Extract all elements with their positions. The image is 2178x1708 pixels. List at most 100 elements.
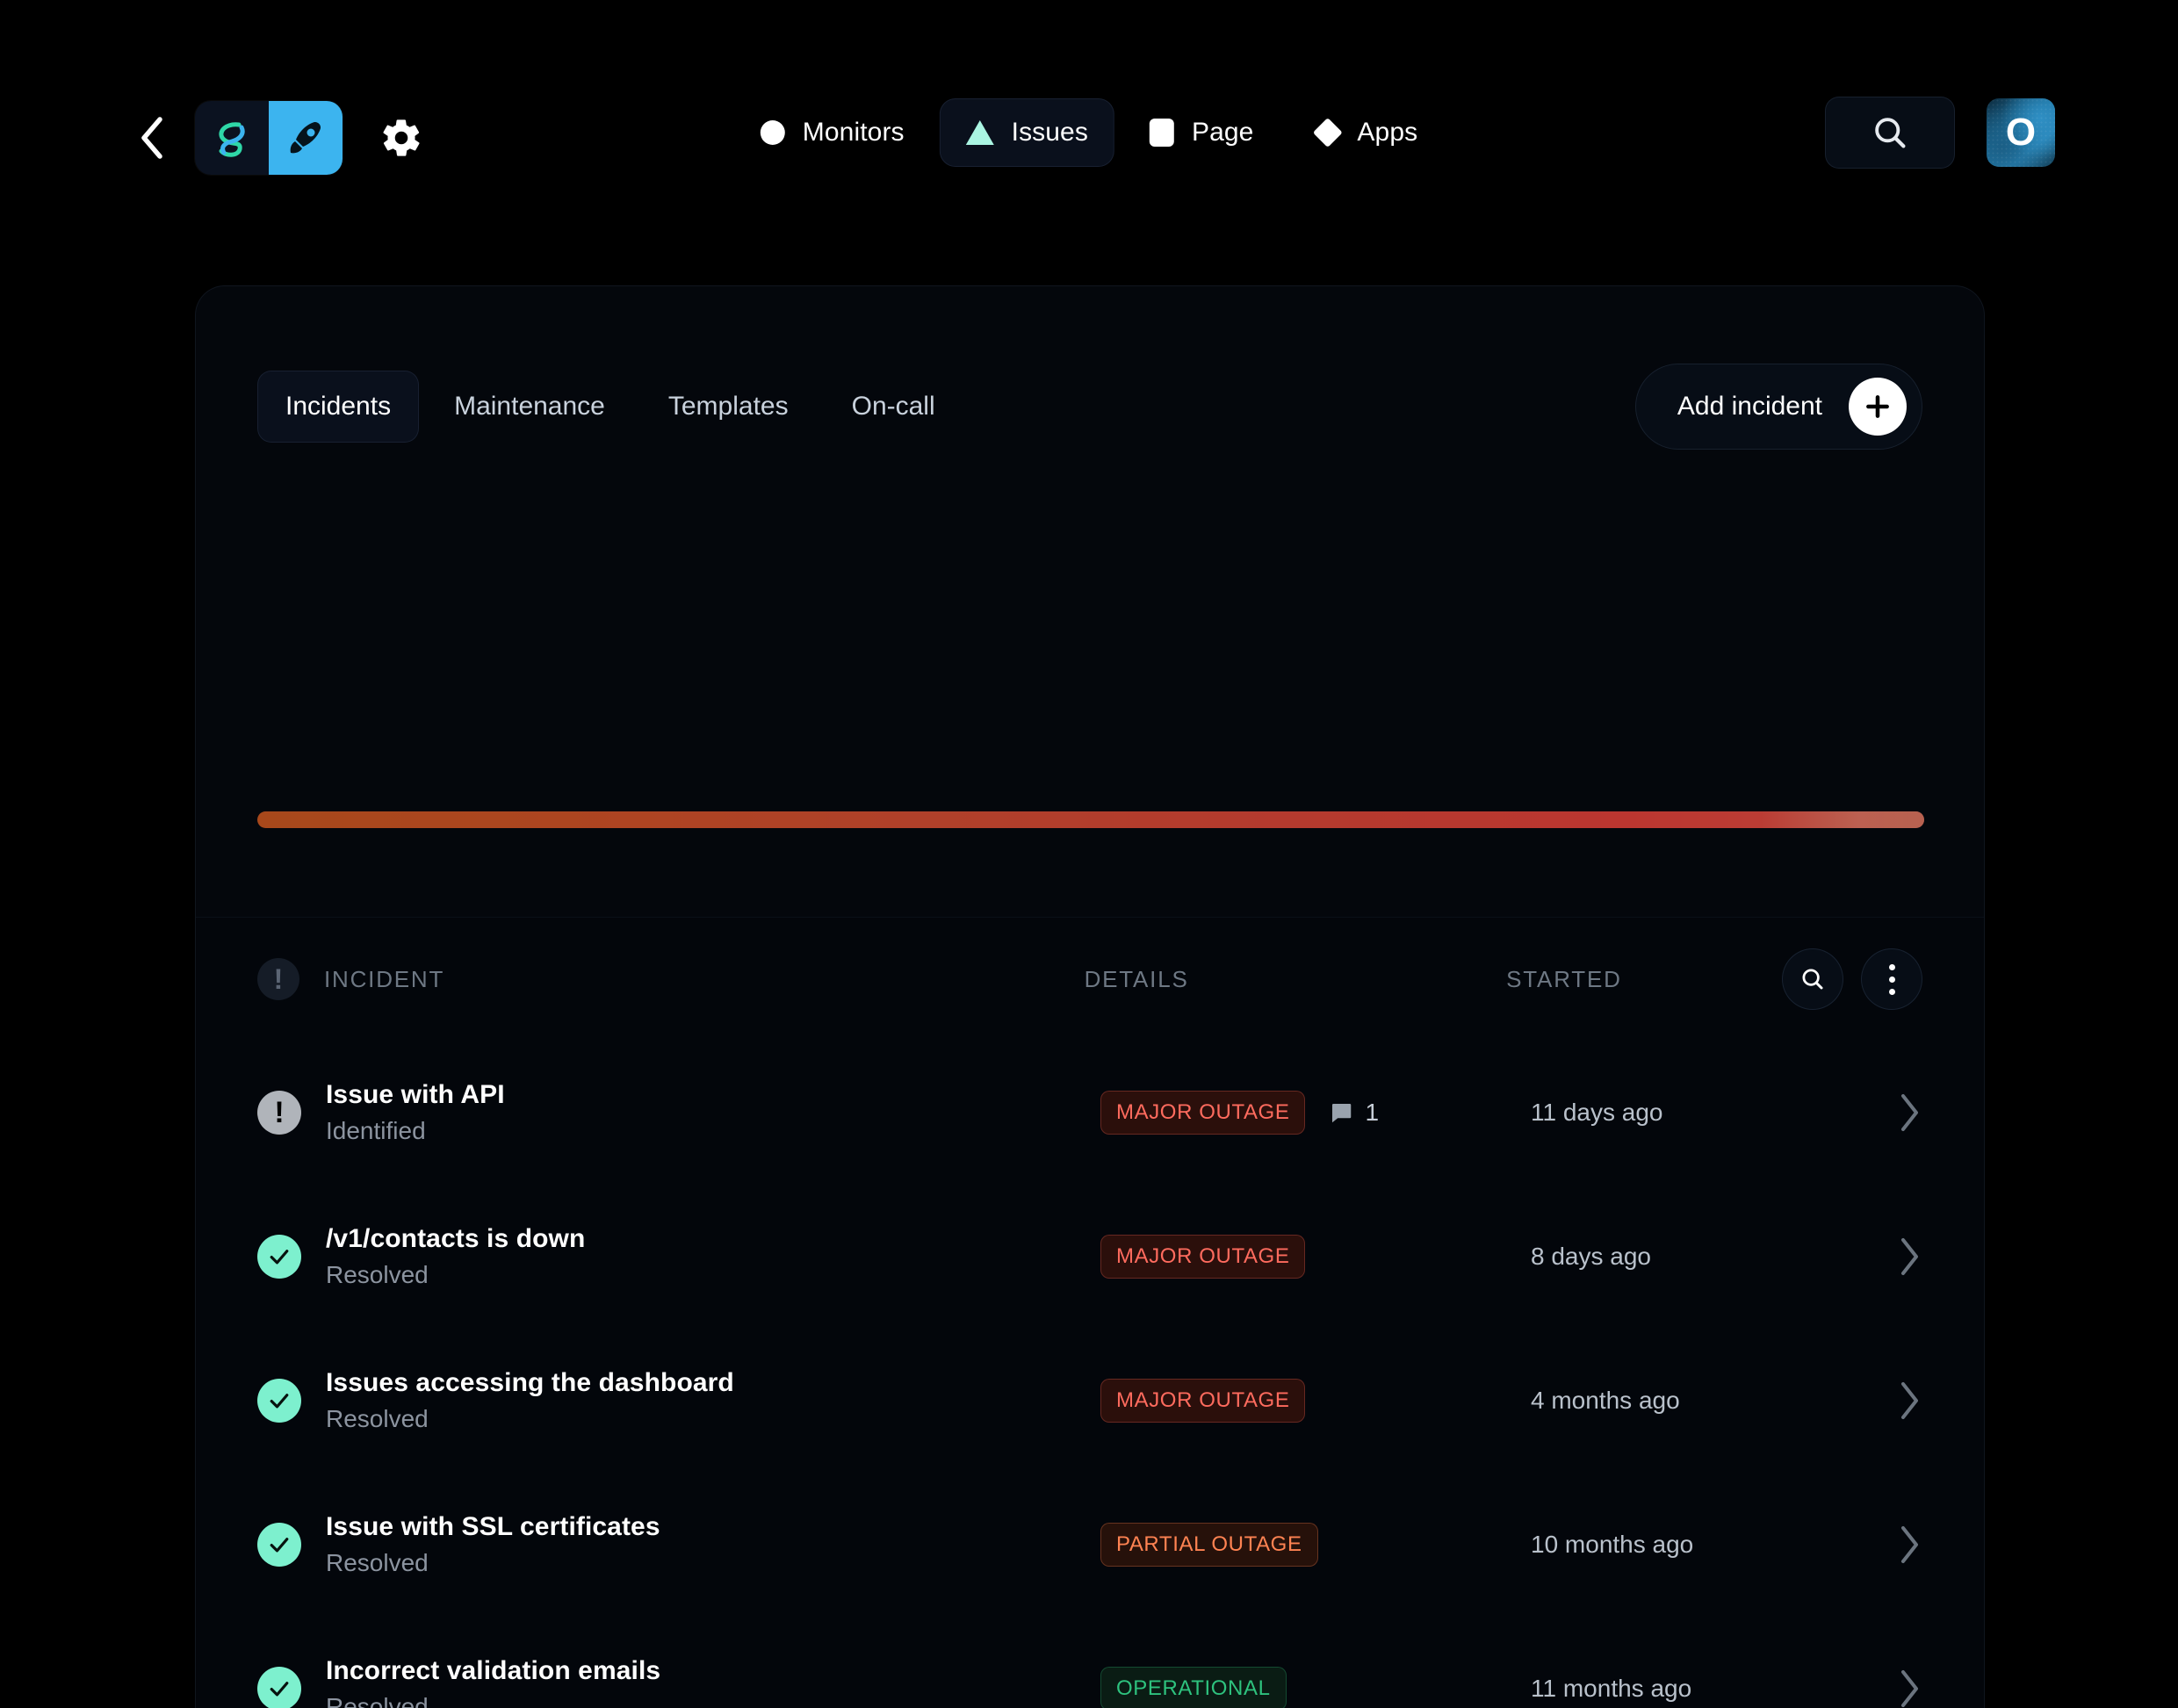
tab-templates-label: Templates	[667, 392, 789, 421]
row-details-cell: OPERATIONAL	[1100, 1667, 1531, 1708]
check-icon	[257, 1667, 301, 1708]
row-title: Issue with SSL certificates	[326, 1512, 660, 1541]
add-incident-label: Add incident	[1677, 392, 1822, 421]
row-subtitle: Resolved	[326, 1405, 429, 1432]
plus-icon	[1849, 378, 1907, 436]
nav-item-page[interactable]: Page	[1123, 98, 1280, 167]
row-incident-cell: Issues accessing the dashboard Resolved	[257, 1368, 1100, 1433]
brand-logo-tile[interactable]	[195, 101, 269, 175]
table-more-button[interactable]	[1861, 948, 1923, 1010]
row-details-cell: MAJOR OUTAGE	[1100, 1235, 1531, 1279]
column-details-label: DETAILS	[1084, 965, 1189, 992]
nav-item-issues[interactable]: Issues	[939, 98, 1114, 167]
tab-incidents-label: Incidents	[285, 392, 392, 421]
nav-right-group: O	[1825, 97, 2055, 169]
row-details-cell: PARTIAL OUTAGE	[1100, 1523, 1531, 1567]
row-text-group: /v1/contacts is down Resolved	[326, 1224, 585, 1289]
check-icon	[257, 1235, 301, 1279]
nav-item-apps-label: Apps	[1357, 118, 1418, 147]
tab-maintenance[interactable]: Maintenance	[426, 371, 633, 443]
row-open-button[interactable]	[1812, 1667, 1922, 1708]
chevron-left-icon	[141, 117, 162, 159]
nav-item-page-label: Page	[1191, 118, 1254, 147]
row-details-cell: MAJOR OUTAGE	[1100, 1379, 1531, 1423]
table-row[interactable]: Issues accessing the dashboard Resolved …	[196, 1329, 1984, 1473]
triangle-icon	[965, 120, 994, 145]
comment-count: 1	[1328, 1099, 1379, 1127]
nav-item-issues-label: Issues	[1011, 118, 1088, 147]
tab-on-call-label: On-call	[851, 392, 935, 421]
brand-switcher[interactable]	[195, 101, 343, 175]
table-row[interactable]: Incorrect validation emails Resolved OPE…	[196, 1617, 1984, 1708]
row-title: Issues accessing the dashboard	[326, 1368, 734, 1397]
primary-nav: Monitors Issues Page Apps	[734, 98, 1444, 167]
column-started-label: STARTED	[1506, 965, 1622, 992]
row-incident-cell: /v1/contacts is down Resolved	[257, 1224, 1100, 1289]
nav-item-monitors[interactable]: Monitors	[734, 98, 931, 167]
back-button[interactable]	[132, 113, 172, 162]
table-search-button[interactable]	[1782, 948, 1844, 1010]
tab-maintenance-label: Maintenance	[454, 392, 605, 421]
row-text-group: Issues accessing the dashboard Resolved	[326, 1368, 734, 1433]
top-navigation-bar: Monitors Issues Page Apps O	[0, 0, 2178, 272]
row-subtitle: Resolved	[326, 1261, 429, 1288]
table-row[interactable]: /v1/contacts is down Resolved MAJOR OUTA…	[196, 1185, 1984, 1329]
comment-icon	[1332, 1104, 1352, 1123]
square-icon	[1149, 119, 1174, 147]
alert-icon: !	[257, 1091, 301, 1135]
row-open-button[interactable]	[1812, 1379, 1922, 1423]
chevron-right-icon	[1901, 1382, 1918, 1419]
table-row[interactable]: ! Issue with API Identified MAJOR OUTAGE…	[196, 1041, 1984, 1185]
status-badge: MAJOR OUTAGE	[1100, 1091, 1306, 1135]
table-row[interactable]: Issue with SSL certificates Resolved PAR…	[196, 1473, 1984, 1617]
tab-incidents[interactable]: Incidents	[257, 371, 420, 443]
nav-left-group	[132, 101, 427, 175]
incident-tabs: Incidents Maintenance Templates On-call	[257, 371, 963, 443]
status-badge: OPERATIONAL	[1100, 1667, 1287, 1708]
column-details: DETAILS	[1085, 966, 1507, 993]
status-badge: MAJOR OUTAGE	[1100, 1379, 1306, 1423]
brand-rocket-tile[interactable]	[269, 101, 343, 175]
global-search-button[interactable]	[1825, 97, 1955, 169]
row-title: /v1/contacts is down	[326, 1224, 586, 1253]
circle-icon	[760, 120, 785, 145]
row-open-button[interactable]	[1812, 1523, 1922, 1567]
settings-button[interactable]	[376, 112, 427, 163]
more-vertical-icon	[1888, 963, 1895, 995]
nav-item-monitors-label: Monitors	[802, 118, 905, 147]
swirl-logo-icon	[219, 122, 245, 157]
card-header: Incidents Maintenance Templates On-call …	[257, 358, 1922, 455]
row-text-group: Issue with SSL certificates Resolved	[326, 1512, 660, 1577]
avatar[interactable]: O	[1987, 98, 2055, 167]
row-incident-cell: Issue with SSL certificates Resolved	[257, 1512, 1100, 1577]
chevron-right-icon	[1901, 1238, 1918, 1275]
column-incident-label: INCIDENT	[324, 965, 445, 992]
row-details-cell: MAJOR OUTAGE 1	[1100, 1091, 1531, 1135]
tab-templates[interactable]: Templates	[640, 371, 817, 443]
add-incident-button[interactable]: Add incident	[1634, 364, 1922, 450]
row-started: 10 months ago	[1531, 1531, 1694, 1558]
chevron-right-icon	[1901, 1670, 1918, 1707]
search-icon	[1875, 118, 1906, 148]
chevron-right-icon	[1901, 1094, 1918, 1131]
check-icon	[257, 1523, 301, 1567]
table-header-row: ! INCIDENT DETAILS STARTED	[196, 918, 1984, 1041]
row-subtitle: Identified	[326, 1117, 426, 1144]
row-incident-cell: ! Issue with API Identified	[257, 1080, 1100, 1145]
tab-on-call[interactable]: On-call	[824, 371, 963, 443]
row-open-button[interactable]	[1812, 1091, 1922, 1135]
avatar-initial: O	[2005, 111, 2037, 154]
incidents-card: Incidents Maintenance Templates On-call …	[195, 285, 1985, 1708]
row-text-group: Incorrect validation emails Resolved	[326, 1656, 660, 1708]
row-started: 11 days ago	[1531, 1099, 1663, 1126]
alert-circle-icon: !	[257, 958, 299, 1000]
check-icon	[257, 1379, 301, 1423]
row-incident-cell: Incorrect validation emails Resolved	[257, 1656, 1100, 1708]
column-started: STARTED	[1506, 966, 1782, 993]
nav-item-apps[interactable]: Apps	[1288, 98, 1444, 167]
uptime-status-bar	[257, 811, 1924, 828]
row-text-group: Issue with API Identified	[326, 1080, 505, 1145]
chevron-right-icon	[1901, 1526, 1918, 1563]
row-open-button[interactable]	[1812, 1235, 1922, 1279]
status-badge: MAJOR OUTAGE	[1100, 1235, 1306, 1279]
